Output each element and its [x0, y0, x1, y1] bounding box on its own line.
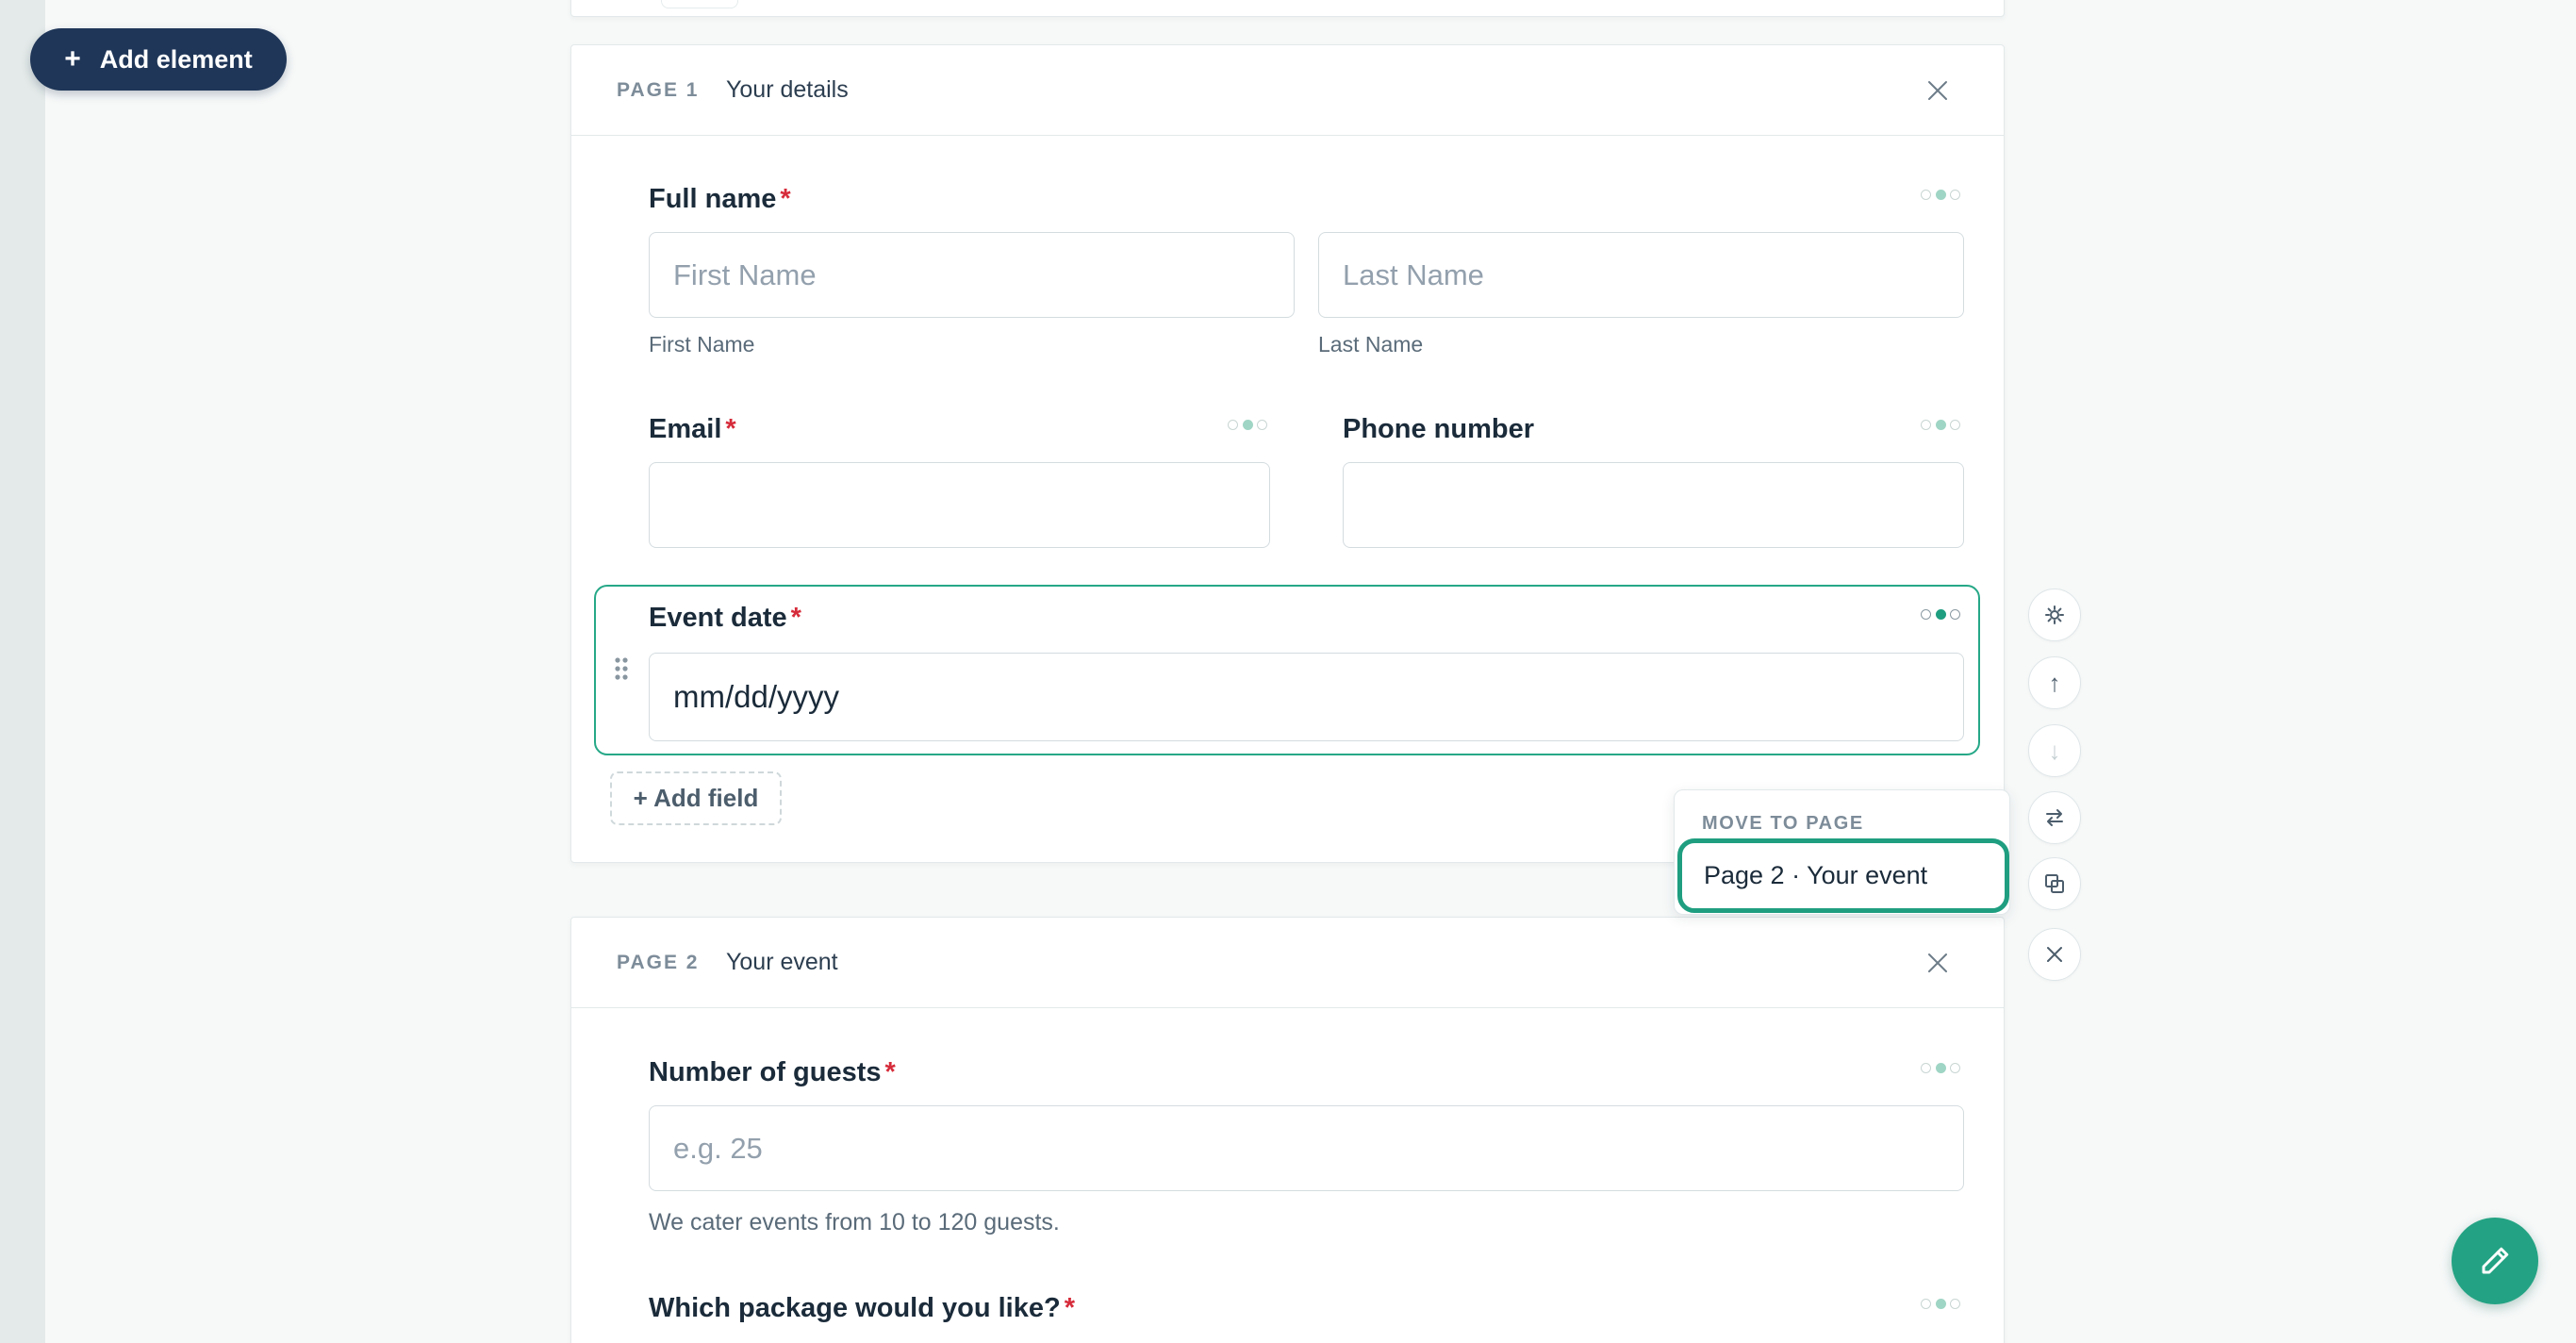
close-icon[interactable]: [2028, 928, 2081, 981]
required-marker: *: [780, 184, 791, 214]
close-icon[interactable]: [1926, 952, 1949, 974]
full-name-label: Full name *: [649, 184, 791, 214]
page-1-label: PAGE 1: [617, 78, 700, 101]
add-field-button[interactable]: + Add field: [610, 771, 782, 825]
page-2-title[interactable]: Your event: [726, 949, 838, 976]
edit-fab-button[interactable]: [2452, 1218, 2538, 1304]
field-options-icon[interactable]: [1921, 1298, 1960, 1309]
arrow-up-icon[interactable]: ↑: [2028, 656, 2081, 709]
phone-label: Phone number: [1343, 414, 1535, 444]
guests-input[interactable]: e.g. 25: [649, 1105, 1964, 1191]
first-name-sublabel: First Name: [649, 332, 755, 356]
first-name-input[interactable]: First Name: [649, 232, 1295, 318]
field-options-icon[interactable]: [1921, 419, 1960, 430]
page-2-header: PAGE 2 Your event: [571, 918, 2004, 1008]
package-label: Which package would you like? *: [649, 1293, 1075, 1323]
close-icon[interactable]: [1926, 79, 1949, 102]
guests-label: Number of guests *: [649, 1057, 896, 1087]
required-marker: *: [884, 1057, 896, 1087]
field-options-icon[interactable]: [1921, 1062, 1960, 1073]
event-date-label: Event date *: [649, 603, 801, 633]
email-input[interactable]: [649, 462, 1270, 548]
swap-icon[interactable]: [2028, 791, 2081, 844]
field-options-icon[interactable]: [1921, 608, 1960, 620]
last-name-input[interactable]: Last Name: [1318, 232, 1964, 318]
field-options-icon[interactable]: [1228, 419, 1267, 430]
required-marker: *: [790, 603, 801, 633]
previous-card-stub: [570, 0, 2005, 17]
page-1-header: PAGE 1 Your details: [571, 45, 2004, 136]
guests-help-text: We cater events from 10 to 120 guests.: [649, 1209, 1060, 1235]
email-label: Email *: [649, 414, 736, 444]
move-to-page-option[interactable]: Page 2 · Your event: [1677, 838, 2009, 913]
last-name-sublabel: Last Name: [1318, 332, 1424, 356]
page-2-label: PAGE 2: [617, 951, 700, 973]
arrow-down-icon[interactable]: ↓: [2028, 724, 2081, 777]
duplicate-icon[interactable]: [2028, 857, 2081, 910]
phone-input[interactable]: [1343, 462, 1964, 548]
stub-tab: [661, 0, 738, 8]
add-element-button[interactable]: + Add element: [30, 28, 287, 91]
event-date-input[interactable]: mm/dd/yyyy: [649, 653, 1964, 741]
required-marker: *: [725, 414, 736, 444]
page-1-title[interactable]: Your details: [726, 76, 849, 104]
add-element-label: Add element: [99, 44, 253, 74]
gear-icon[interactable]: [2028, 589, 2081, 641]
drag-handle-icon[interactable]: [614, 656, 629, 681]
popover-title: MOVE TO PAGE: [1702, 813, 1864, 834]
move-to-page-popover: MOVE TO PAGE Page 2 · Your event: [1674, 789, 2010, 915]
required-marker: *: [1064, 1293, 1075, 1323]
field-options-icon[interactable]: [1921, 189, 1960, 200]
plus-icon: +: [64, 43, 81, 75]
pencil-icon: [2478, 1244, 2512, 1278]
